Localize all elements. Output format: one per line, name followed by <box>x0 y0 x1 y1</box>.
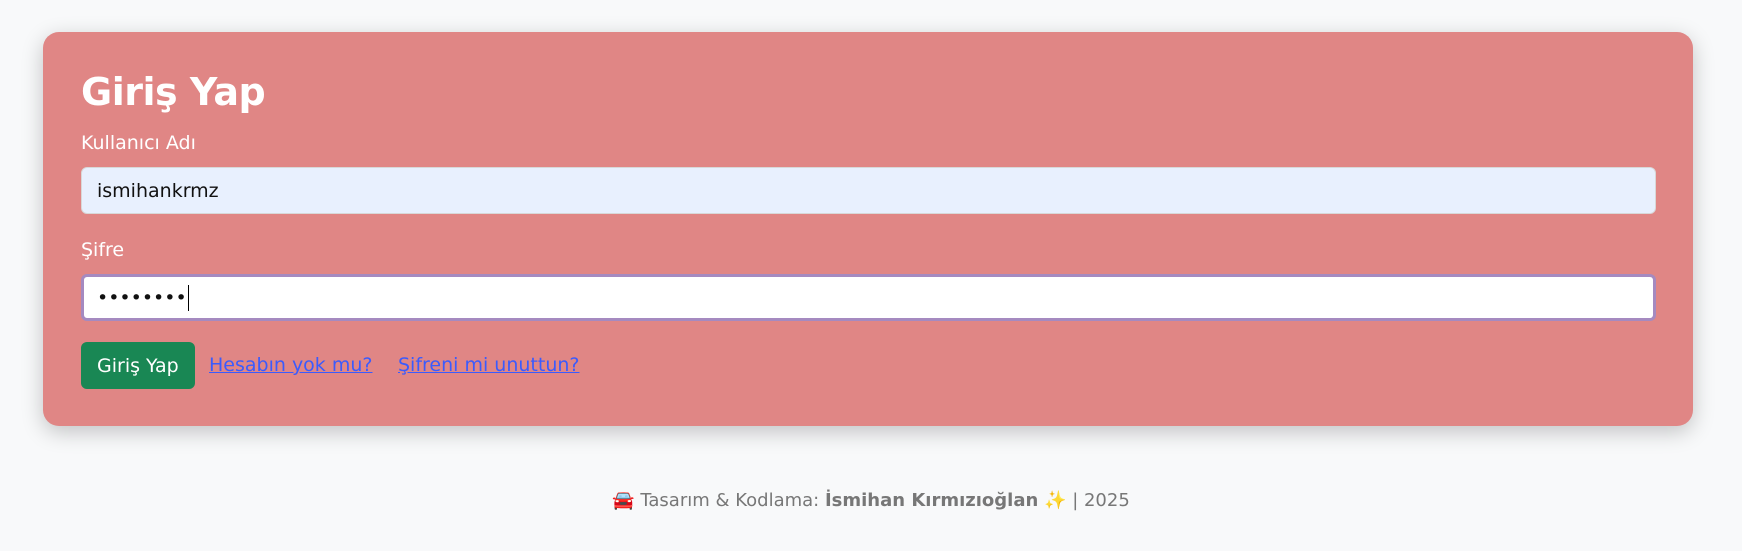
car-icon: 🚘 <box>612 490 635 511</box>
username-label: Kullanıcı Adı <box>81 132 196 154</box>
signup-link[interactable]: Hesabın yok mu? <box>209 354 373 376</box>
login-button[interactable]: Giriş Yap <box>81 342 195 389</box>
username-value: ismihankrmz <box>97 179 219 202</box>
forgot-password-link[interactable]: Şifreni mi unuttun? <box>398 354 580 376</box>
page-title: Giriş Yap <box>81 70 266 114</box>
footer: 🚘 Tasarım & Kodlama: İsmihan Kırmızıoğla… <box>0 490 1742 511</box>
footer-year: | 2025 <box>1072 490 1130 511</box>
password-value: •••••••• <box>97 286 187 309</box>
password-label: Şifre <box>81 239 125 261</box>
password-input[interactable]: •••••••• <box>81 274 1656 321</box>
username-input[interactable]: ismihankrmz <box>81 167 1656 214</box>
footer-prefix: Tasarım & Kodlama: <box>640 490 820 511</box>
login-card: Giriş Yap Kullanıcı Adı ismihankrmz Şifr… <box>43 32 1693 426</box>
footer-author: İsmihan Kırmızıoğlan <box>824 490 1039 511</box>
sparkle-icon: ✨ <box>1044 490 1067 511</box>
text-caret <box>187 284 189 311</box>
